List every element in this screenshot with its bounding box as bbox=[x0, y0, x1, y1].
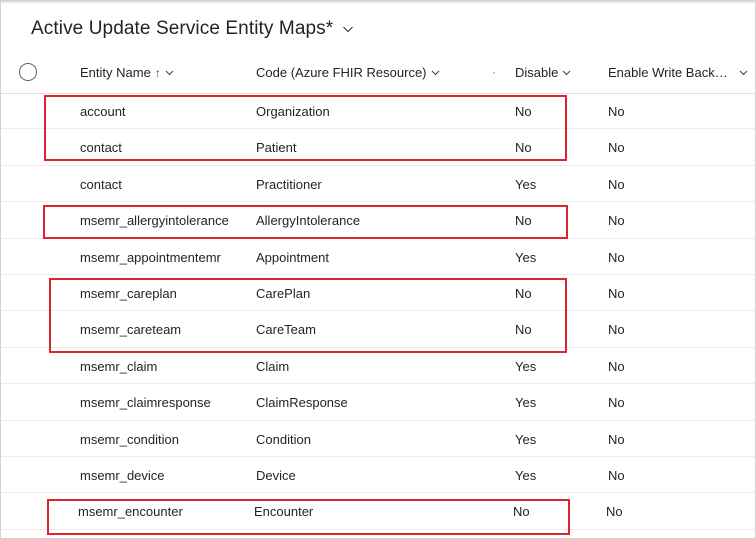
cell-code: Condition bbox=[256, 431, 311, 447]
cell-disable: Yes bbox=[515, 249, 537, 265]
highlight-box-account-contact bbox=[44, 95, 567, 161]
chevron-down-icon bbox=[165, 68, 174, 77]
table-row[interactable]: msemr_claim Claim Yes No bbox=[1, 348, 755, 385]
cell-entity-name: msemr_appointmentemr bbox=[80, 249, 221, 265]
table-row[interactable]: msemr_device Device Yes No bbox=[1, 457, 755, 494]
cell-disable: Yes bbox=[515, 395, 537, 411]
cell-code: Device bbox=[256, 467, 296, 483]
cell-enable-write-back: No bbox=[606, 504, 623, 520]
cell-disable: Yes bbox=[515, 176, 537, 192]
cell-disable: Yes bbox=[515, 431, 537, 447]
cell-entity-name: msemr_claim bbox=[80, 358, 158, 374]
cell-enable-write-back: No bbox=[608, 249, 625, 265]
cell-enable-write-back: No bbox=[608, 213, 625, 229]
highlight-box-encounter bbox=[47, 499, 570, 535]
cell-entity-name: contact bbox=[80, 176, 122, 192]
cell-enable-write-back: No bbox=[608, 431, 625, 447]
highlight-box-careplan-careteam bbox=[49, 278, 567, 353]
chevron-down-icon bbox=[342, 23, 354, 35]
cell-entity-name: msemr_device bbox=[80, 467, 165, 483]
table-row[interactable]: msemr_claimresponse ClaimResponse Yes No bbox=[1, 384, 755, 421]
chevron-down-icon bbox=[739, 68, 748, 77]
column-header-label: Entity Name bbox=[80, 65, 151, 80]
cell-code: Appointment bbox=[256, 249, 329, 265]
cell-enable-write-back: No bbox=[608, 358, 625, 374]
column-header-entity-name[interactable]: Entity Name ↑ bbox=[80, 65, 174, 80]
column-header-code[interactable]: Code (Azure FHIR Resource) bbox=[256, 65, 440, 80]
column-header-enable-write-back[interactable]: Enable Write Back t... bbox=[608, 65, 748, 80]
cell-disable: Yes bbox=[515, 358, 537, 374]
cell-code: ClaimResponse bbox=[256, 395, 348, 411]
cell-entity-name: msemr_condition bbox=[80, 431, 179, 447]
cell-enable-write-back: No bbox=[608, 176, 625, 192]
column-header-label: Disable bbox=[515, 65, 559, 80]
cell-enable-write-back: No bbox=[608, 395, 625, 411]
column-header-label: Code (Azure FHIR Resource) bbox=[256, 65, 427, 80]
select-all-checkbox[interactable] bbox=[19, 63, 37, 81]
table-row[interactable]: msemr_appointmentemr Appointment Yes No bbox=[1, 239, 755, 275]
table-row[interactable]: contact Practitioner Yes No bbox=[1, 166, 755, 203]
cell-entity-name: msemr_claimresponse bbox=[80, 395, 211, 411]
column-header-disable[interactable]: Disable bbox=[515, 65, 571, 80]
cell-enable-write-back: No bbox=[608, 322, 625, 338]
cell-code: Practitioner bbox=[256, 176, 322, 192]
sort-ascending-icon: ↑ bbox=[154, 65, 161, 80]
cell-disable: Yes bbox=[515, 467, 537, 483]
highlight-box-allergyintolerance bbox=[43, 205, 568, 239]
cell-enable-write-back: No bbox=[608, 104, 625, 119]
table-row[interactable]: msemr_condition Condition Yes No bbox=[1, 421, 755, 457]
cell-enable-write-back: No bbox=[608, 285, 625, 301]
chevron-down-icon bbox=[431, 68, 440, 77]
column-header-row: Entity Name ↑ Code (Azure FHIR Resource)… bbox=[1, 53, 755, 94]
column-header-label: Enable Write Back t... bbox=[608, 65, 730, 80]
view-title: Active Update Service Entity Maps* bbox=[31, 18, 334, 39]
cell-enable-write-back: No bbox=[608, 467, 625, 483]
column-resize-handle[interactable] bbox=[493, 72, 495, 74]
chevron-down-icon bbox=[562, 68, 571, 77]
cell-enable-write-back: No bbox=[608, 140, 625, 156]
grid-panel: Active Update Service Entity Maps* Entit… bbox=[0, 0, 756, 539]
view-selector[interactable]: Active Update Service Entity Maps* bbox=[31, 15, 354, 43]
top-divider bbox=[1, 1, 755, 3]
cell-code: Claim bbox=[256, 358, 290, 374]
